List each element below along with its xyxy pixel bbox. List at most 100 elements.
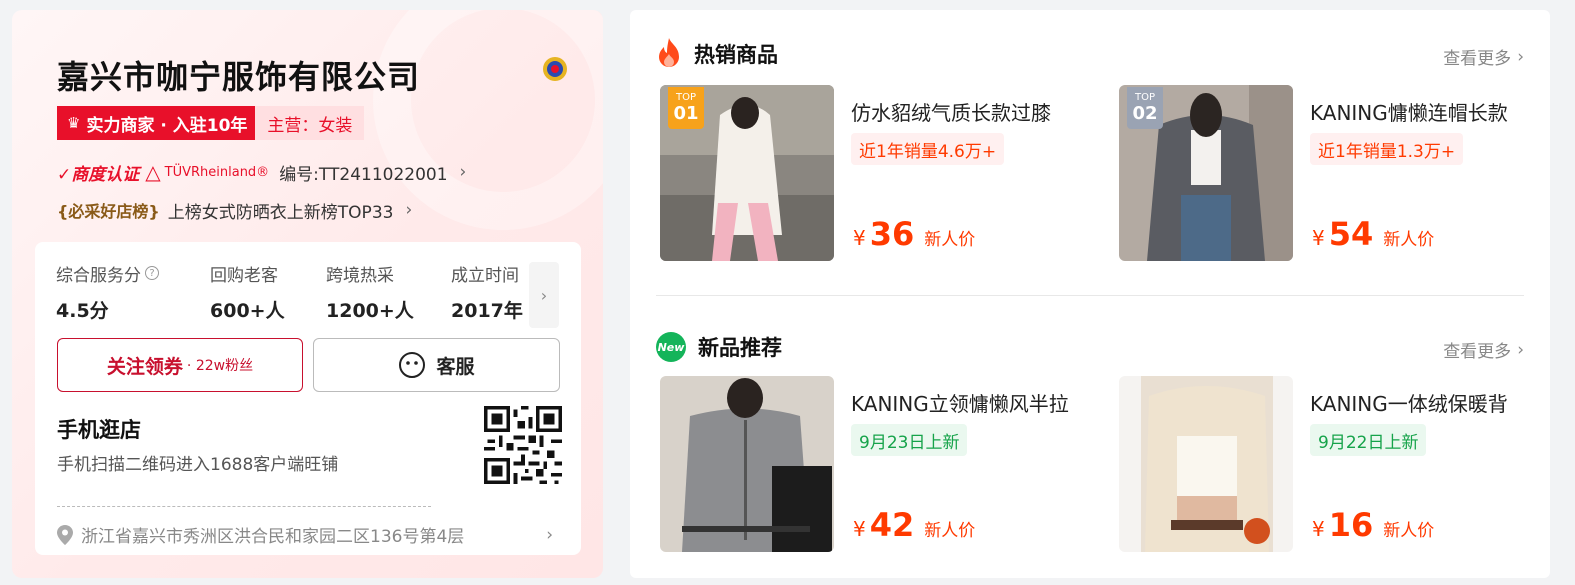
product-name[interactable]: 仿水貂绒气质长款过膝 <box>851 97 1090 126</box>
stat-label: 回购老客 <box>210 265 278 286</box>
new-section-header: New 新品推荐 <box>656 332 782 362</box>
currency-symbol: ¥ <box>1312 226 1325 250</box>
currency-symbol: ¥ <box>1312 517 1325 541</box>
hot-section-title: 热销商品 <box>694 43 778 67</box>
see-more-label: 查看更多 <box>1443 49 1512 69</box>
new-date-badge: 9月22日上新 <box>1310 424 1427 456</box>
stat-label: 跨境热采 <box>326 265 394 286</box>
follow-label: 关注领券 <box>106 355 183 378</box>
address-text: 浙江省嘉兴市秀洲区洪合民和家园二区136号第4层 <box>81 527 465 547</box>
stat-service-score: 综合服务分? 4.5分 <box>56 260 210 323</box>
stats-more-button[interactable]: › <box>529 262 559 328</box>
dashed-divider <box>57 506 431 507</box>
price: ¥ 54 新人价 <box>1312 215 1434 253</box>
hot-product-card[interactable]: TOP 01 仿水貂绒气质长款过膝 近1年销量4.6万+ ¥ 36 新人价 <box>660 85 1090 261</box>
currency-symbol: ¥ <box>853 226 866 250</box>
price: ¥ 36 新人价 <box>853 215 975 253</box>
price-value: 36 <box>869 215 915 253</box>
cert-mark-logo: ✓商度认证 <box>57 164 140 185</box>
chevron-right-icon: › <box>1517 339 1524 360</box>
stat-value: 1200+人 <box>326 300 414 322</box>
new-section-title: 新品推荐 <box>698 336 782 360</box>
price: ¥ 42 新人价 <box>853 506 975 544</box>
rank-number: 02 <box>1132 103 1158 124</box>
price-label: 新人价 <box>1383 521 1435 541</box>
service-label: 客服 <box>436 355 475 378</box>
police-badge-icon[interactable] <box>542 54 568 84</box>
help-icon[interactable]: ? <box>145 266 159 280</box>
strength-badge[interactable]: ♛ 实力商家 · 入驻10年 <box>57 106 256 140</box>
mobile-store-title: 手机逛店 <box>57 418 141 442</box>
hot-see-more-link[interactable]: 查看更多 › <box>1443 44 1524 70</box>
hot-section-header: 热销商品 <box>656 38 778 70</box>
chevron-right-icon: › <box>405 200 413 220</box>
sales-badge: 近1年销量4.6万+ <box>851 133 1005 165</box>
stat-grid: 综合服务分? 4.5分 回购老客 600+人 跨境热采 1200+人 成立时间 … <box>56 260 531 323</box>
badge-row: ♛ 实力商家 · 入驻10年 主营：女装 <box>57 106 365 140</box>
stat-value: 600+人 <box>210 300 285 322</box>
customer-service-button[interactable]: 客服 <box>313 338 560 392</box>
qr-code <box>484 406 562 484</box>
product-name[interactable]: KANING一体绒保暖背 <box>1310 388 1549 417</box>
mobile-store-subtitle: 手机扫描二维码进入1688客户端旺铺 <box>57 455 339 475</box>
stat-value: 2017年 <box>451 300 523 322</box>
new-date-badge: 9月23日上新 <box>851 424 968 456</box>
product-name[interactable]: KANING慵懒连帽长款 <box>1310 97 1549 126</box>
location-pin-icon <box>57 524 73 545</box>
price-value: 16 <box>1328 506 1374 544</box>
price-value: 42 <box>869 506 915 544</box>
chevron-right-icon: › <box>546 524 553 545</box>
new-badge-icon: New <box>656 332 686 362</box>
rank-row[interactable]: {必采好店榜} 上榜女式防晒衣上新榜TOP33 › <box>57 198 413 223</box>
stat-founded: 成立时间 2017年 <box>451 260 531 323</box>
shop-name[interactable]: 嘉兴市咖宁服饰有限公司 <box>57 52 420 98</box>
price-label: 新人价 <box>924 230 976 250</box>
price-label: 新人价 <box>1383 230 1435 250</box>
chat-face-icon <box>399 352 426 378</box>
sales-badge: 近1年销量1.3万+ <box>1310 133 1464 165</box>
product-image[interactable]: TOP 02 <box>1119 85 1293 261</box>
crown-icon: ♛ <box>67 114 81 132</box>
rank-tag: TOP 02 <box>1127 87 1163 129</box>
stat-label: 成立时间 <box>451 265 519 286</box>
rank-text: 上榜女式防晒衣上新榜TOP33 <box>167 202 394 223</box>
stat-repeat-buyers: 回购老客 600+人 <box>210 260 326 323</box>
product-name[interactable]: KANING立领慵懒风半拉 <box>851 388 1090 417</box>
currency-symbol: ¥ <box>853 517 866 541</box>
rank-mark-logo: {必采好店榜} <box>57 202 160 221</box>
product-panel: 热销商品 查看更多 › TOP 01 仿水貂绒气质长款过膝 近1年销量4.6万+ … <box>630 10 1550 578</box>
chevron-right-icon: › <box>459 162 467 182</box>
background-decoration <box>373 10 603 230</box>
tuv-logo: △ TÜVRheinland® <box>145 160 269 184</box>
stat-label: 综合服务分 <box>56 265 141 286</box>
address-row[interactable]: 浙江省嘉兴市秀洲区洪合民和家园二区136号第4层 › <box>57 522 553 547</box>
stat-cross-border: 跨境热采 1200+人 <box>326 260 451 323</box>
fire-icon <box>659 38 679 67</box>
rank-number: 01 <box>673 103 699 124</box>
section-divider <box>656 295 1524 296</box>
new-product-card[interactable]: KANING立领慵懒风半拉 9月23日上新 ¥ 42 新人价 <box>660 376 1090 552</box>
follow-coupon-button[interactable]: 关注领券 · 22w粉丝 <box>57 338 303 392</box>
chevron-right-icon: › <box>1517 46 1524 67</box>
new-see-more-link[interactable]: 查看更多 › <box>1443 337 1524 363</box>
tuv-label: TÜVRheinland® <box>164 164 270 180</box>
cert-number: 编号:TT2411022001 <box>279 164 448 185</box>
stat-panel: 综合服务分? 4.5分 回购老客 600+人 跨境热采 1200+人 成立时间 … <box>35 242 581 555</box>
price: ¥ 16 新人价 <box>1312 506 1434 544</box>
product-image[interactable] <box>660 376 834 552</box>
new-product-card[interactable]: KANING一体绒保暖背 9月22日上新 ¥ 16 新人价 <box>1119 376 1549 552</box>
price-value: 54 <box>1328 215 1374 253</box>
chevron-right-icon: › <box>540 285 548 305</box>
stat-value: 4.5分 <box>56 300 109 322</box>
price-label: 新人价 <box>924 521 976 541</box>
strength-badge-label: 实力商家 · 入驻10年 <box>86 115 248 136</box>
see-more-label: 查看更多 <box>1443 342 1512 362</box>
fans-count: · 22w粉丝 <box>186 358 254 374</box>
shop-card: 嘉兴市咖宁服饰有限公司 ♛ 实力商家 · 入驻10年 主营：女装 ✓商度认证 △… <box>12 10 603 578</box>
main-category: 主营：女装 <box>255 106 365 140</box>
product-image[interactable] <box>1119 376 1293 552</box>
hot-product-card[interactable]: TOP 02 KANING慵懒连帽长款 近1年销量1.3万+ ¥ 54 新人价 <box>1119 85 1549 261</box>
rank-tag: TOP 01 <box>668 87 704 129</box>
certification-row[interactable]: ✓商度认证 △ TÜVRheinland® 编号:TT2411022001 › <box>57 160 467 185</box>
product-image[interactable]: TOP 01 <box>660 85 834 261</box>
